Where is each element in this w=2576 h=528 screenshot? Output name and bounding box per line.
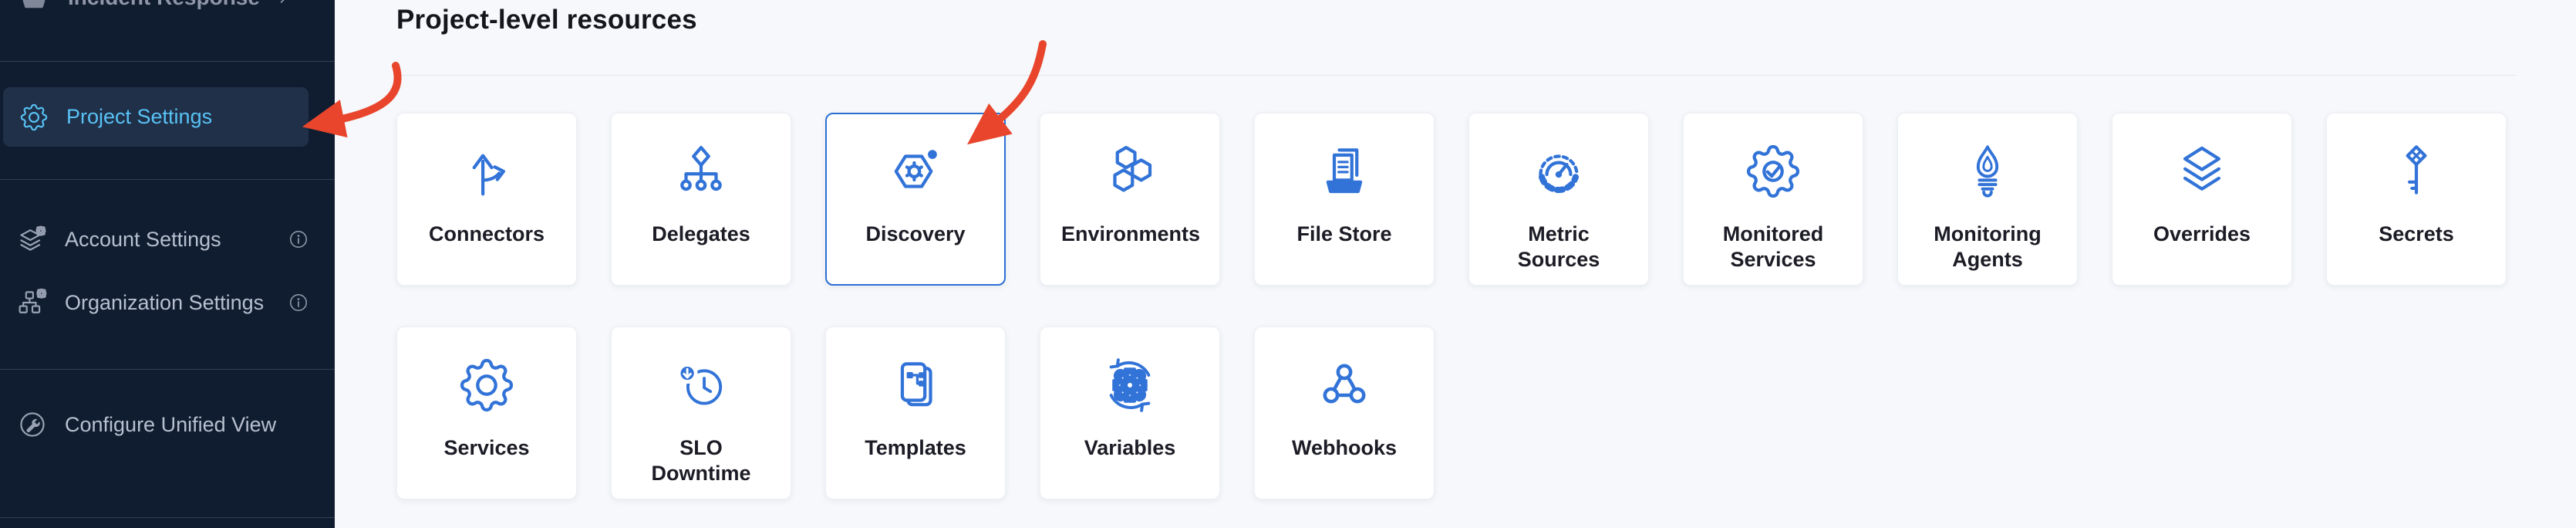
connectors-icon bbox=[457, 141, 517, 201]
tile-services[interactable]: Services bbox=[396, 327, 577, 499]
templates-icon bbox=[885, 355, 946, 415]
tile-label: Environments bbox=[1061, 222, 1199, 247]
tile-discovery[interactable]: Discovery bbox=[825, 113, 1006, 286]
tile-label: Variables bbox=[1084, 435, 1176, 461]
sidebar-item-project-settings[interactable]: Project Settings bbox=[3, 87, 309, 147]
tile-label: Connectors bbox=[429, 222, 545, 247]
sidebar-divider bbox=[0, 179, 335, 180]
tile-label: Overrides bbox=[2153, 222, 2251, 247]
sidebar-item-account-settings[interactable]: Account Settings bbox=[0, 208, 335, 271]
delegates-icon bbox=[671, 141, 731, 201]
tile-secrets[interactable]: Secrets bbox=[2326, 113, 2507, 286]
sidebar-item-incident-response[interactable]: Incident Response bbox=[0, 0, 335, 20]
tile-variables[interactable]: Variables bbox=[1040, 327, 1220, 499]
sidebar-item-label: Organization Settings bbox=[65, 291, 264, 315]
main-content: Project-level resources Connectors Deleg… bbox=[335, 0, 2576, 528]
tile-label: Secrets bbox=[2379, 222, 2454, 247]
tile-label: Services bbox=[443, 435, 529, 461]
environments-icon bbox=[1100, 141, 1160, 201]
tile-label: Metric Sources bbox=[1490, 222, 1627, 272]
tile-templates[interactable]: Templates bbox=[825, 327, 1006, 499]
sidebar-item-organization-settings[interactable]: Organization Settings bbox=[0, 271, 335, 334]
wrench-circle-icon bbox=[17, 409, 48, 440]
sidebar: Incident Response Project Settings Accou… bbox=[0, 0, 335, 528]
tile-environments[interactable]: Environments bbox=[1040, 113, 1220, 286]
tile-webhooks[interactable]: Webhooks bbox=[1254, 327, 1435, 499]
tile-label: Delegates bbox=[652, 222, 750, 247]
gear-icon bbox=[19, 102, 49, 133]
tile-slo-downtime[interactable]: SLO Downtime bbox=[611, 327, 791, 499]
tile-label: Templates bbox=[865, 435, 966, 461]
sidebar-item-label: Account Settings bbox=[65, 228, 221, 252]
page-title: Project-level resources bbox=[396, 0, 2576, 37]
tile-label: Discovery bbox=[865, 222, 965, 247]
discovery-icon bbox=[885, 141, 946, 201]
sidebar-divider bbox=[0, 517, 335, 518]
project-settings-page: { "sidebar": { "top_item": { "label": "I… bbox=[0, 0, 2576, 528]
secrets-icon bbox=[2386, 141, 2446, 201]
tile-monitoring-agents[interactable]: Monitoring Agents bbox=[1897, 113, 2078, 286]
info-icon[interactable] bbox=[287, 228, 310, 251]
resource-tile-grid: Connectors Delegates Discovery bbox=[396, 113, 2507, 499]
tile-label: Monitoring Agents bbox=[1919, 222, 2056, 272]
overrides-icon bbox=[2172, 141, 2232, 201]
monitoring-agents-icon bbox=[1957, 141, 2018, 201]
slo-downtime-icon bbox=[671, 355, 731, 415]
account-layers-gear-icon bbox=[17, 224, 48, 255]
metric-sources-icon bbox=[1529, 141, 1589, 201]
sidebar-item-label: Project Settings bbox=[66, 105, 212, 129]
tile-label: SLO Downtime bbox=[632, 435, 770, 486]
webhooks-icon bbox=[1314, 355, 1374, 415]
monitored-services-icon bbox=[1743, 141, 1803, 201]
tile-overrides[interactable]: Overrides bbox=[2112, 113, 2292, 286]
info-icon[interactable] bbox=[287, 291, 310, 314]
sidebar-divider bbox=[0, 369, 335, 370]
sidebar-item-configure-unified-view[interactable]: Configure Unified View bbox=[0, 394, 335, 455]
chevron-right-icon bbox=[273, 0, 293, 8]
sidebar-item-label: Incident Response bbox=[68, 0, 260, 10]
header-divider bbox=[396, 75, 2516, 76]
file-store-icon bbox=[1314, 141, 1374, 201]
variables-icon bbox=[1100, 355, 1160, 415]
tile-monitored-services[interactable]: Monitored Services bbox=[1683, 113, 1863, 286]
sidebar-divider bbox=[0, 61, 335, 62]
tile-label: File Store bbox=[1296, 222, 1391, 247]
tile-metric-sources[interactable]: Metric Sources bbox=[1468, 113, 1649, 286]
org-chart-gear-icon bbox=[17, 287, 48, 318]
tile-label: Webhooks bbox=[1292, 435, 1397, 461]
tile-connectors[interactable]: Connectors bbox=[396, 113, 577, 286]
incident-response-icon bbox=[17, 0, 51, 15]
services-icon bbox=[457, 355, 517, 415]
tile-label: Monitored Services bbox=[1704, 222, 1842, 272]
tile-delegates[interactable]: Delegates bbox=[611, 113, 791, 286]
sidebar-item-label: Configure Unified View bbox=[65, 413, 276, 437]
tile-file-store[interactable]: File Store bbox=[1254, 113, 1435, 286]
